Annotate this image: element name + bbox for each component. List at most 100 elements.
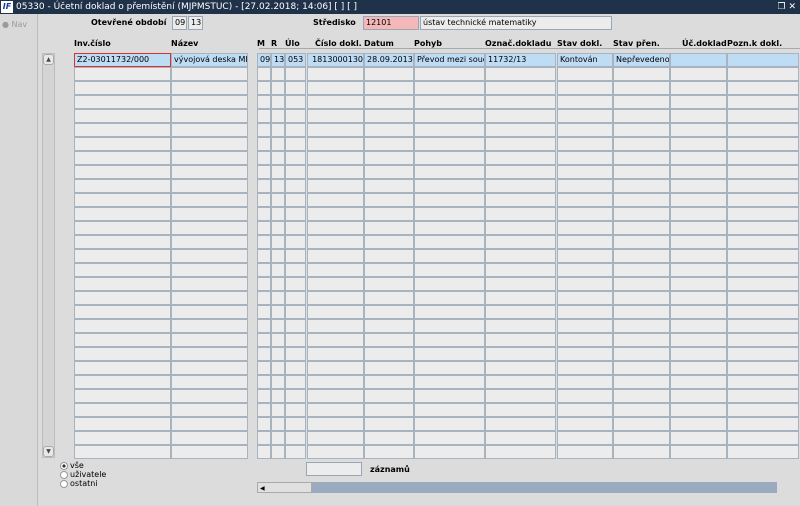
table-cell[interactable] [257, 403, 271, 417]
table-cell[interactable] [727, 165, 799, 179]
table-cell[interactable] [727, 235, 799, 249]
table-cell[interactable] [557, 417, 613, 431]
table-cell[interactable] [557, 207, 613, 221]
table-cell[interactable] [271, 165, 285, 179]
period-month-field[interactable]: 09 [172, 16, 187, 30]
table-cell[interactable] [613, 417, 670, 431]
table-cell[interactable] [727, 137, 799, 151]
table-cell[interactable] [271, 123, 285, 137]
table-cell[interactable] [670, 305, 727, 319]
table-cell[interactable] [364, 277, 414, 291]
vertical-scrollbar[interactable]: ▲ ▼ [42, 53, 55, 458]
table-cell[interactable] [307, 235, 364, 249]
table-cell[interactable] [670, 263, 727, 277]
table-cell[interactable] [74, 347, 171, 361]
table-cell[interactable] [307, 81, 364, 95]
table-cell[interactable] [364, 67, 414, 81]
table-cell[interactable] [74, 277, 171, 291]
table-cell[interactable] [74, 137, 171, 151]
table-cell[interactable] [271, 361, 285, 375]
table-cell[interactable] [271, 95, 285, 109]
table-cell[interactable] [271, 291, 285, 305]
table-cell[interactable] [271, 263, 285, 277]
table-cell[interactable] [364, 151, 414, 165]
table-cell[interactable] [364, 221, 414, 235]
table-cell[interactable] [485, 445, 556, 459]
table-cell[interactable] [414, 389, 485, 403]
table-cell[interactable] [727, 319, 799, 333]
table-cell[interactable] [271, 235, 285, 249]
table-cell[interactable] [364, 95, 414, 109]
table-cell[interactable] [485, 347, 556, 361]
table-cell[interactable] [613, 319, 670, 333]
table-cell[interactable] [613, 207, 670, 221]
table-cell[interactable] [74, 389, 171, 403]
table-cell[interactable] [271, 333, 285, 347]
table-cell[interactable] [414, 67, 485, 81]
table-cell[interactable] [485, 263, 556, 277]
table-cell[interactable] [307, 179, 364, 193]
table-cell[interactable] [485, 95, 556, 109]
table-cell[interactable] [414, 305, 485, 319]
table-cell[interactable] [727, 277, 799, 291]
table-cell[interactable] [171, 193, 248, 207]
horizontal-scrollbar[interactable]: ◀ [257, 482, 777, 493]
table-cell[interactable] [271, 305, 285, 319]
table-cell[interactable] [171, 67, 248, 81]
table-cell[interactable] [557, 347, 613, 361]
table-cell[interactable] [670, 151, 727, 165]
table-cell[interactable] [257, 81, 271, 95]
period-year-field[interactable]: 13 [188, 16, 203, 30]
table-cell[interactable] [171, 165, 248, 179]
scroll-up-icon[interactable]: ▲ [43, 54, 54, 65]
table-cell[interactable] [285, 361, 306, 375]
table-cell[interactable] [727, 123, 799, 137]
table-cell[interactable] [727, 445, 799, 459]
table-cell[interactable] [557, 109, 613, 123]
table-cell[interactable] [74, 151, 171, 165]
table-cell[interactable] [364, 445, 414, 459]
table-cell[interactable] [414, 319, 485, 333]
table-cell[interactable] [171, 305, 248, 319]
table-cell[interactable] [74, 235, 171, 249]
table-cell[interactable] [271, 277, 285, 291]
table-cell[interactable]: Převod mezi souč [414, 53, 485, 67]
table-cell[interactable] [414, 165, 485, 179]
table-cell[interactable] [285, 95, 306, 109]
table-cell[interactable] [557, 263, 613, 277]
table-cell[interactable] [74, 291, 171, 305]
table-cell[interactable] [727, 431, 799, 445]
table-cell[interactable] [307, 193, 364, 207]
table-cell[interactable] [727, 109, 799, 123]
table-cell[interactable] [613, 95, 670, 109]
table-cell[interactable] [307, 389, 364, 403]
table-cell[interactable] [171, 151, 248, 165]
table-cell[interactable] [414, 417, 485, 431]
table-cell[interactable] [727, 193, 799, 207]
table-cell[interactable] [364, 207, 414, 221]
table-cell[interactable] [257, 319, 271, 333]
table-cell[interactable] [557, 333, 613, 347]
table-cell[interactable] [285, 67, 306, 81]
table-cell[interactable] [364, 403, 414, 417]
table-cell[interactable] [307, 249, 364, 263]
table-cell[interactable] [613, 431, 670, 445]
table-cell[interactable] [670, 109, 727, 123]
table-cell[interactable] [613, 165, 670, 179]
table-cell[interactable] [364, 291, 414, 305]
table-cell[interactable] [485, 431, 556, 445]
table-cell[interactable] [613, 221, 670, 235]
table-cell[interactable] [257, 445, 271, 459]
table-cell[interactable] [364, 263, 414, 277]
table-cell[interactable] [171, 249, 248, 263]
filter-radio[interactable]: ostatni [60, 479, 98, 488]
table-cell[interactable] [364, 179, 414, 193]
table-cell[interactable] [485, 319, 556, 333]
table-cell[interactable] [257, 263, 271, 277]
table-cell[interactable] [307, 67, 364, 81]
table-cell[interactable] [285, 389, 306, 403]
table-cell[interactable] [364, 305, 414, 319]
table-cell[interactable] [74, 165, 171, 179]
table-cell[interactable] [364, 165, 414, 179]
table-cell[interactable] [285, 403, 306, 417]
